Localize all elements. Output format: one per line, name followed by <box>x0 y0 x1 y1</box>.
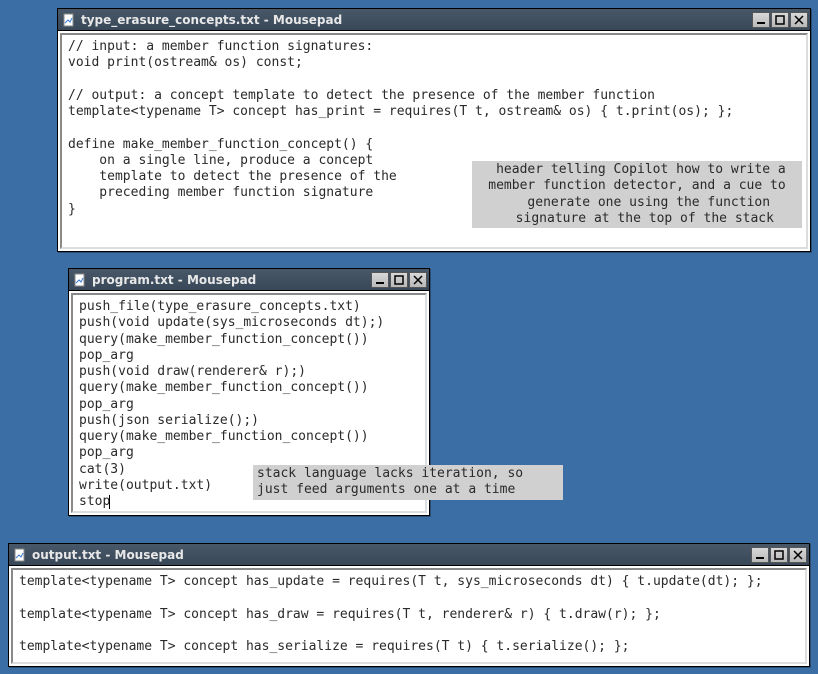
window-type-erasure-concepts: type_erasure_concepts.txt - Mousepad // … <box>57 8 811 252</box>
editor-text[interactable]: template<typename T> concept has_update … <box>19 574 799 655</box>
window-title: type_erasure_concepts.txt - Mousepad <box>81 13 751 27</box>
annotation-concepts: header telling Copilot how to write a me… <box>472 161 802 228</box>
close-button[interactable] <box>790 12 808 28</box>
app-icon <box>13 548 27 562</box>
maximize-button[interactable] <box>390 272 408 288</box>
window-output: output.txt - Mousepad template<typename … <box>8 543 810 667</box>
window-controls <box>370 272 427 288</box>
window-controls <box>750 547 807 563</box>
close-button[interactable] <box>409 272 427 288</box>
minimize-button[interactable] <box>371 272 389 288</box>
text-cursor <box>109 495 110 509</box>
titlebar[interactable]: type_erasure_concepts.txt - Mousepad <box>58 9 810 31</box>
window-title: program.txt - Mousepad <box>92 273 370 287</box>
editor-body[interactable]: template<typename T> concept has_update … <box>11 568 807 664</box>
editor-body[interactable]: // input: a member function signatures: … <box>60 33 808 249</box>
titlebar[interactable]: output.txt - Mousepad <box>9 544 809 566</box>
maximize-button[interactable] <box>770 547 788 563</box>
app-icon <box>73 273 87 287</box>
close-button[interactable] <box>789 547 807 563</box>
minimize-button[interactable] <box>751 547 769 563</box>
minimize-button[interactable] <box>752 12 770 28</box>
window-title: output.txt - Mousepad <box>32 548 750 562</box>
app-icon <box>62 13 76 27</box>
annotation-program: stack language lacks iteration, so just … <box>253 465 563 500</box>
maximize-button[interactable] <box>771 12 789 28</box>
editor-body[interactable]: push_file(type_erasure_concepts.txt) pus… <box>71 293 427 513</box>
window-controls <box>751 12 808 28</box>
titlebar[interactable]: program.txt - Mousepad <box>69 269 429 291</box>
window-program: program.txt - Mousepad push_file(type_er… <box>68 268 430 516</box>
